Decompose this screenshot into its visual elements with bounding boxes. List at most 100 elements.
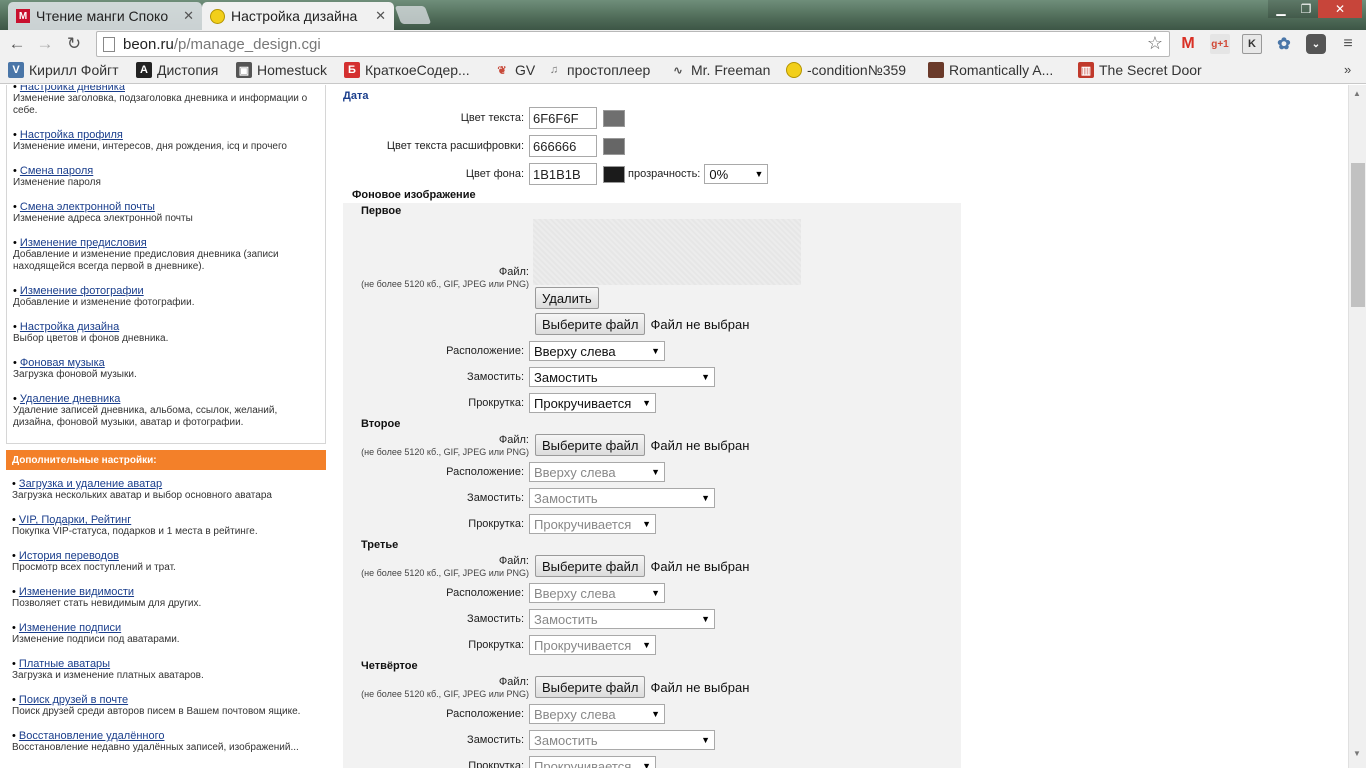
tile-select[interactable]: Замостить ▼ (529, 367, 715, 387)
opacity-select[interactable]: 0% ▼ (704, 164, 769, 184)
bookmark-star-icon[interactable]: ☆ (1147, 33, 1163, 54)
bookmark-item[interactable]: A Дистопия (136, 62, 218, 78)
chevron-down-icon: ▼ (651, 709, 660, 719)
scroll-down-icon[interactable]: ▼ (1353, 749, 1361, 758)
choose-file-button[interactable]: Выберите файл (535, 555, 646, 577)
tile-select[interactable]: Замостить ▼ (529, 730, 715, 750)
bookmark-item[interactable]: V Кирилл Фойгт (8, 62, 119, 78)
extra-settings-list: • Загрузка и удаление аватар Загрузка не… (6, 470, 326, 768)
tile-select[interactable]: Замостить ▼ (529, 488, 715, 508)
sidebar-desc: Покупка VIP-статуса, подарков и 1 места … (12, 526, 258, 537)
file-label: Файл: (498, 555, 529, 567)
sidebar-link[interactable]: Поиск друзей в почте (19, 694, 128, 706)
bookmark-item[interactable]: -condition№359 (786, 62, 906, 78)
sidebar-link[interactable]: Настройка профиля (20, 129, 123, 141)
scroll-thumb[interactable] (1351, 163, 1365, 307)
sidebar-item-email: • Смена электронной почты Изменение адре… (13, 201, 319, 225)
sidebar-link[interactable]: Изменение подписи (19, 622, 121, 634)
sidebar-desc: Добавление и изменение фотографии. (13, 297, 195, 308)
sidebar-desc: Восстановление недавно удалённых записей… (12, 742, 299, 753)
delete-image-button[interactable]: Удалить (535, 287, 599, 309)
sidebar-link[interactable]: Загрузка и удаление аватар (19, 478, 162, 490)
position-select[interactable]: Вверху слева ▼ (529, 704, 665, 724)
image-4-title: Четвёртое (361, 660, 418, 672)
choose-file-button[interactable]: Выберите файл (535, 434, 646, 456)
position-select[interactable]: Вверху слева ▼ (529, 341, 665, 361)
choose-file-button[interactable]: Выберите файл (535, 313, 646, 335)
sidebar-item-vip: • VIP, Подарки, Рейтинг Покупка VIP-стат… (12, 514, 320, 538)
file-hint: (не более 5120 кб., GIF, JPEG или PNG) (361, 447, 529, 457)
scroll-select[interactable]: Прокручивается ▼ (529, 393, 656, 413)
tile-label: Замостить: (467, 492, 524, 504)
door-icon: ▥ (1078, 62, 1094, 78)
k-extension-icon[interactable]: K (1242, 34, 1262, 54)
design-form: Дата Цвет текста: 6F6F6F Цвет текста рас… (343, 85, 1333, 768)
decode-color-label: Цвет текста расшифровки: (386, 140, 524, 152)
sidebar-desc: Изменение подписи под аватарами. (12, 634, 180, 645)
sidebar-link[interactable]: Платные аватары (19, 658, 110, 670)
bg-color-input[interactable]: 1B1B1B (529, 163, 597, 185)
google-plus-icon[interactable]: g+1 (1210, 34, 1230, 54)
bookmark-item[interactable]: Romantically A... (928, 62, 1053, 78)
bookmark-item[interactable]: ▣ Homestuck (236, 62, 327, 78)
sidebar-item-signature: • Изменение подписи Изменение подписи по… (12, 622, 320, 646)
bookmark-item[interactable]: Б КраткоеСодер... (344, 62, 470, 78)
position-select[interactable]: Вверху слева ▼ (529, 462, 665, 482)
tile-select[interactable]: Замостить ▼ (529, 609, 715, 629)
close-tab-icon[interactable]: ✕ (375, 8, 386, 24)
chevron-down-icon: ▼ (651, 588, 660, 598)
sidebar-link[interactable]: Смена электронной почты (20, 201, 155, 213)
freeman-icon: ∿ (673, 64, 683, 77)
sidebar-link[interactable]: VIP, Подарки, Рейтинг (19, 514, 131, 526)
gmail-icon[interactable]: M (1178, 34, 1198, 54)
pocket-icon[interactable]: ⌄ (1306, 34, 1326, 54)
sidebar-link[interactable]: Фоновая музыка (20, 357, 105, 369)
sidebar-link[interactable]: История переводов (19, 550, 119, 562)
sidebar-link[interactable]: Удаление дневника (20, 393, 120, 405)
scroll-up-icon[interactable]: ▲ (1353, 89, 1361, 98)
bookmark-item[interactable]: ▥ The Secret Door (1078, 62, 1202, 78)
cluster-extension-icon[interactable]: ✿ (1274, 34, 1294, 54)
sidebar-link[interactable]: Настройка дневника (20, 85, 125, 93)
new-tab-button[interactable] (394, 6, 432, 24)
sidebar-link[interactable]: Изменение фотографии (20, 285, 144, 297)
bookmark-label: простоплеер (567, 62, 651, 78)
bookmark-item[interactable]: ❦ GV (494, 62, 535, 78)
choose-file-button[interactable]: Выберите файл (535, 676, 646, 698)
text-color-input[interactable]: 6F6F6F (529, 107, 597, 129)
chevron-down-icon: ▼ (701, 493, 710, 503)
scroll-select[interactable]: Прокручивается ▼ (529, 756, 656, 768)
address-bar[interactable]: beon.ru/p/manage_design.cgi ☆ (96, 31, 1170, 57)
chevron-down-icon: ▼ (642, 519, 651, 529)
page-scrollbar[interactable]: ▲ ▼ (1348, 85, 1366, 768)
maximize-button[interactable]: ❐ (1294, 0, 1318, 18)
sidebar-link[interactable]: Изменение видимости (19, 586, 134, 598)
sidebar-link[interactable]: Настройка дизайна (20, 321, 119, 333)
close-window-button[interactable]: ✕ (1318, 0, 1362, 18)
more-bookmarks-icon[interactable]: » (1344, 62, 1351, 77)
text-color-swatch[interactable] (603, 109, 625, 127)
menu-icon[interactable]: ≡ (1338, 34, 1358, 54)
scroll-select[interactable]: Прокручивается ▼ (529, 635, 656, 655)
close-tab-icon[interactable]: ✕ (183, 8, 194, 24)
reload-icon[interactable]: ↻ (63, 33, 85, 55)
scroll-select[interactable]: Прокручивается ▼ (529, 514, 656, 534)
bg-color-swatch[interactable] (603, 165, 625, 183)
decode-color-swatch[interactable] (603, 137, 625, 155)
file-hint: (не более 5120 кб., GIF, JPEG или PNG) (361, 279, 529, 289)
position-select[interactable]: Вверху слева ▼ (529, 583, 665, 603)
bookmark-item[interactable]: ♫ простоплеер (546, 62, 650, 78)
sidebar-link[interactable]: Смена пароля (20, 165, 93, 177)
tab-design[interactable]: Настройка дизайна ✕ (202, 2, 394, 30)
sidebar-link[interactable]: Восстановление удалённого (19, 730, 165, 742)
bookmark-item[interactable]: ∿ Mr. Freeman (670, 62, 770, 78)
forward-arrow-icon[interactable]: → (34, 33, 56, 55)
sidebar-desc: Загрузка и изменение платных аватаров. (12, 670, 204, 681)
tab-manga[interactable]: M Чтение манги Споко ✕ (8, 2, 202, 30)
vk-icon: V (8, 62, 24, 78)
back-arrow-icon[interactable]: ← (6, 33, 28, 55)
image-1-title: Первое (361, 205, 402, 217)
sidebar-link[interactable]: Изменение предисловия (20, 237, 147, 249)
decode-color-input[interactable]: 666666 (529, 135, 597, 157)
minimize-button[interactable]: ▁ (1268, 0, 1294, 18)
